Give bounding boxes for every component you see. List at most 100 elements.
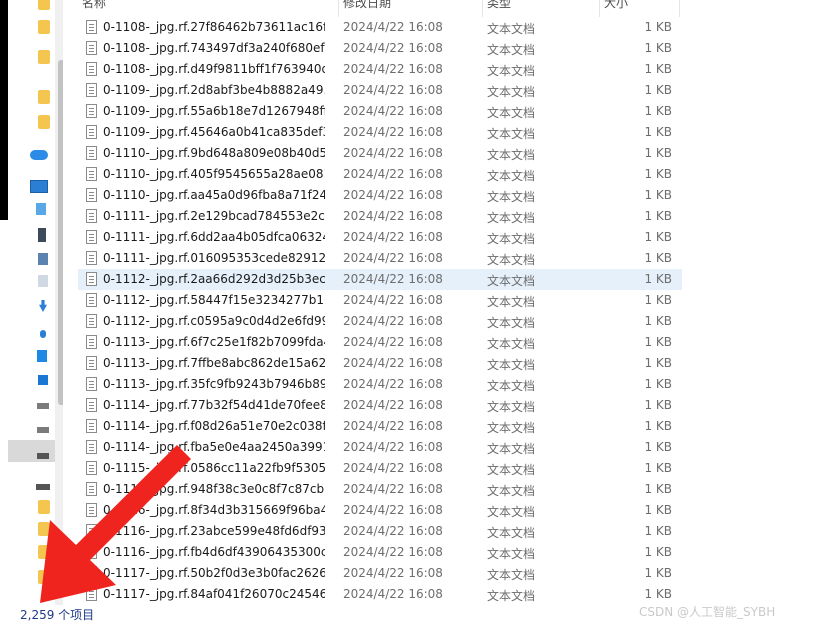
file-name: 0-1109-_jpg.rf.45646a0b41ca835def3...: [103, 125, 325, 139]
text-file-icon: [86, 587, 97, 601]
file-row[interactable]: 0-1117-_jpg.rf.50b2f0d3e3b0fac2626... 202…: [78, 563, 682, 584]
file-size: 1 KB: [644, 398, 672, 412]
window-edge: [0, 0, 8, 220]
folder-icon[interactable]: [38, 0, 50, 10]
file-modified-date: 2024/4/22 16:08: [343, 209, 443, 223]
file-row[interactable]: 0-1113-_jpg.rf.6f7c25e1f82b7099fda4... 20…: [78, 332, 682, 353]
file-modified-date: 2024/4/22 16:08: [343, 146, 443, 160]
file-row[interactable]: 0-1109-_jpg.rf.55a6b18e7d1267948ff... 202…: [78, 101, 682, 122]
text-file-icon: [86, 188, 97, 202]
folder-icon[interactable]: [38, 20, 50, 34]
file-modified-date: 2024/4/22 16:08: [343, 587, 443, 601]
documents-icon[interactable]: [38, 275, 48, 287]
file-modified-date: 2024/4/22 16:08: [343, 377, 443, 391]
text-file-icon: [86, 167, 97, 181]
music-icon[interactable]: [40, 330, 46, 338]
file-size: 1 KB: [644, 461, 672, 475]
nav-scrollbar-thumb[interactable]: [58, 60, 63, 405]
file-row[interactable]: 0-1112-_jpg.rf.c0595a9c0d4d2e6fd99... 202…: [78, 311, 682, 332]
text-file-icon: [86, 356, 97, 370]
file-row[interactable]: 0-1109-_jpg.rf.2d8abf3be4b8882a49... 2024…: [78, 80, 682, 101]
text-file-icon: [86, 41, 97, 55]
file-size: 1 KB: [644, 167, 672, 181]
file-size: 1 KB: [644, 125, 672, 139]
file-row[interactable]: 0-1115-_jpg.rf.0586cc11a22fb9f53053... 20…: [78, 458, 682, 479]
file-modified-date: 2024/4/22 16:08: [343, 461, 443, 475]
video-icon[interactable]: [38, 228, 46, 242]
file-list: 0-1108-_jpg.rf.27f86462b73611ac16f... 202…: [78, 17, 682, 605]
text-file-icon: [86, 146, 97, 160]
file-size: 1 KB: [644, 272, 672, 286]
column-type-header[interactable]: 类型: [483, 0, 600, 17]
file-row[interactable]: 0-1108-_jpg.rf.d49f9811bff1f763940d... 20…: [78, 59, 682, 80]
column-date-header[interactable]: 修改日期: [339, 0, 483, 17]
file-modified-date: 2024/4/22 16:08: [343, 125, 443, 139]
file-row[interactable]: 0-1116-_jpg.rf.8f34d3b315669f96ba4... 202…: [78, 500, 682, 521]
navigation-pane[interactable]: [8, 0, 63, 605]
file-row[interactable]: 0-1110-_jpg.rf.405f9545655a28ae081... 202…: [78, 164, 682, 185]
file-row[interactable]: 0-1108-_jpg.rf.743497df3a240f680ef1... 20…: [78, 38, 682, 59]
file-row[interactable]: 0-1110-_jpg.rf.9bd648a809e08b40d5... 2024…: [78, 143, 682, 164]
file-name: 0-1116-_jpg.rf.8f34d3b315669f96ba4...: [103, 503, 325, 517]
file-row[interactable]: 0-1116-_jpg.rf.fb4d6df43906435300c... 202…: [78, 542, 682, 563]
file-row[interactable]: 0-1111-_jpg.rf.2e129bcad784553e2c5... 202…: [78, 206, 682, 227]
file-name: 0-1109-_jpg.rf.2d8abf3be4b8882a49...: [103, 83, 325, 97]
file-row[interactable]: 0-1113-_jpg.rf.35fc9fb9243b7946b89f... 20…: [78, 374, 682, 395]
file-row[interactable]: 0-1109-_jpg.rf.45646a0b41ca835def3... 202…: [78, 122, 682, 143]
text-file-icon: [86, 104, 97, 118]
drive-icon[interactable]: [37, 427, 49, 433]
3d-objects-icon[interactable]: [36, 203, 46, 215]
downloads-icon[interactable]: [39, 300, 47, 312]
file-name: 0-1108-_jpg.rf.27f86462b73611ac16f...: [103, 20, 325, 34]
file-row[interactable]: 0-1114-_jpg.rf.fba5e0e4aa2450a3991... 202…: [78, 437, 682, 458]
file-row[interactable]: 0-1113-_jpg.rf.7ffbe8abc862de15a62... 202…: [78, 353, 682, 374]
text-file-icon: [86, 125, 97, 139]
text-file-icon: [86, 83, 97, 97]
file-row[interactable]: 0-1111-_jpg.rf.6dd2aa4b05dfca06324... 202…: [78, 227, 682, 248]
folder-icon[interactable]: [38, 90, 50, 104]
file-row[interactable]: 0-1112-_jpg.rf.58447f15e3234277b10... 202…: [78, 290, 682, 311]
column-size-header[interactable]: 大小: [600, 0, 680, 17]
file-name: 0-1116-_jpg.rf.23abce599e48fd6df93...: [103, 524, 325, 538]
onedrive-icon[interactable]: [30, 150, 48, 160]
file-size: 1 KB: [644, 209, 672, 223]
file-row[interactable]: 0-1117-_jpg.rf.84af041f26070c245461... 20…: [78, 584, 682, 605]
file-row[interactable]: 0-1115-_jpg.rf.948f38c3e0c8f7c87cb6... 20…: [78, 479, 682, 500]
drive-icon[interactable]: [36, 484, 50, 490]
drive-icon[interactable]: [37, 453, 49, 459]
file-size: 1 KB: [644, 482, 672, 496]
this-pc-icon[interactable]: [30, 180, 48, 193]
file-size: 1 KB: [644, 62, 672, 76]
file-row[interactable]: 0-1114-_jpg.rf.77b32f54d41de70fee8... 202…: [78, 395, 682, 416]
file-type: 文本文档: [487, 505, 536, 519]
file-modified-date: 2024/4/22 16:08: [343, 293, 443, 307]
folder-icon[interactable]: [38, 570, 50, 584]
file-type: 文本文档: [487, 568, 536, 582]
folder-icon[interactable]: [38, 50, 50, 64]
file-size: 1 KB: [644, 335, 672, 349]
folder-icon[interactable]: [38, 545, 50, 559]
file-type: 文本文档: [487, 400, 536, 414]
desktop-icon[interactable]: [37, 350, 47, 362]
folder-icon[interactable]: [38, 522, 50, 536]
file-size: 1 KB: [644, 419, 672, 433]
windows-drive-icon[interactable]: [38, 375, 48, 385]
file-modified-date: 2024/4/22 16:08: [343, 503, 443, 517]
file-row[interactable]: 0-1108-_jpg.rf.27f86462b73611ac16f... 202…: [78, 17, 682, 38]
file-row[interactable]: 0-1116-_jpg.rf.23abce599e48fd6df93... 202…: [78, 521, 682, 542]
file-row[interactable]: 0-1112-_jpg.rf.2aa66d292d3d25b3ec... 2024…: [78, 269, 682, 290]
file-row[interactable]: 0-1111-_jpg.rf.016095353cede829122... 202…: [78, 248, 682, 269]
pictures-icon[interactable]: [38, 253, 48, 265]
column-name-header[interactable]: 名称: [78, 0, 339, 17]
file-row[interactable]: 0-1114-_jpg.rf.f08d26a51e70e2c038f... 202…: [78, 416, 682, 437]
file-modified-date: 2024/4/22 16:08: [343, 188, 443, 202]
column-name-label: 名称: [82, 0, 107, 10]
file-row[interactable]: 0-1110-_jpg.rf.aa45a0d96fba8a71f24... 202…: [78, 185, 682, 206]
text-file-icon: [86, 209, 97, 223]
file-type: 文本文档: [487, 106, 536, 120]
folder-icon[interactable]: [38, 115, 50, 129]
drive-icon[interactable]: [37, 403, 49, 409]
file-name: 0-1114-_jpg.rf.77b32f54d41de70fee8...: [103, 398, 325, 412]
folder-icon[interactable]: [38, 500, 50, 514]
file-name: 0-1109-_jpg.rf.55a6b18e7d1267948ff...: [103, 104, 325, 118]
